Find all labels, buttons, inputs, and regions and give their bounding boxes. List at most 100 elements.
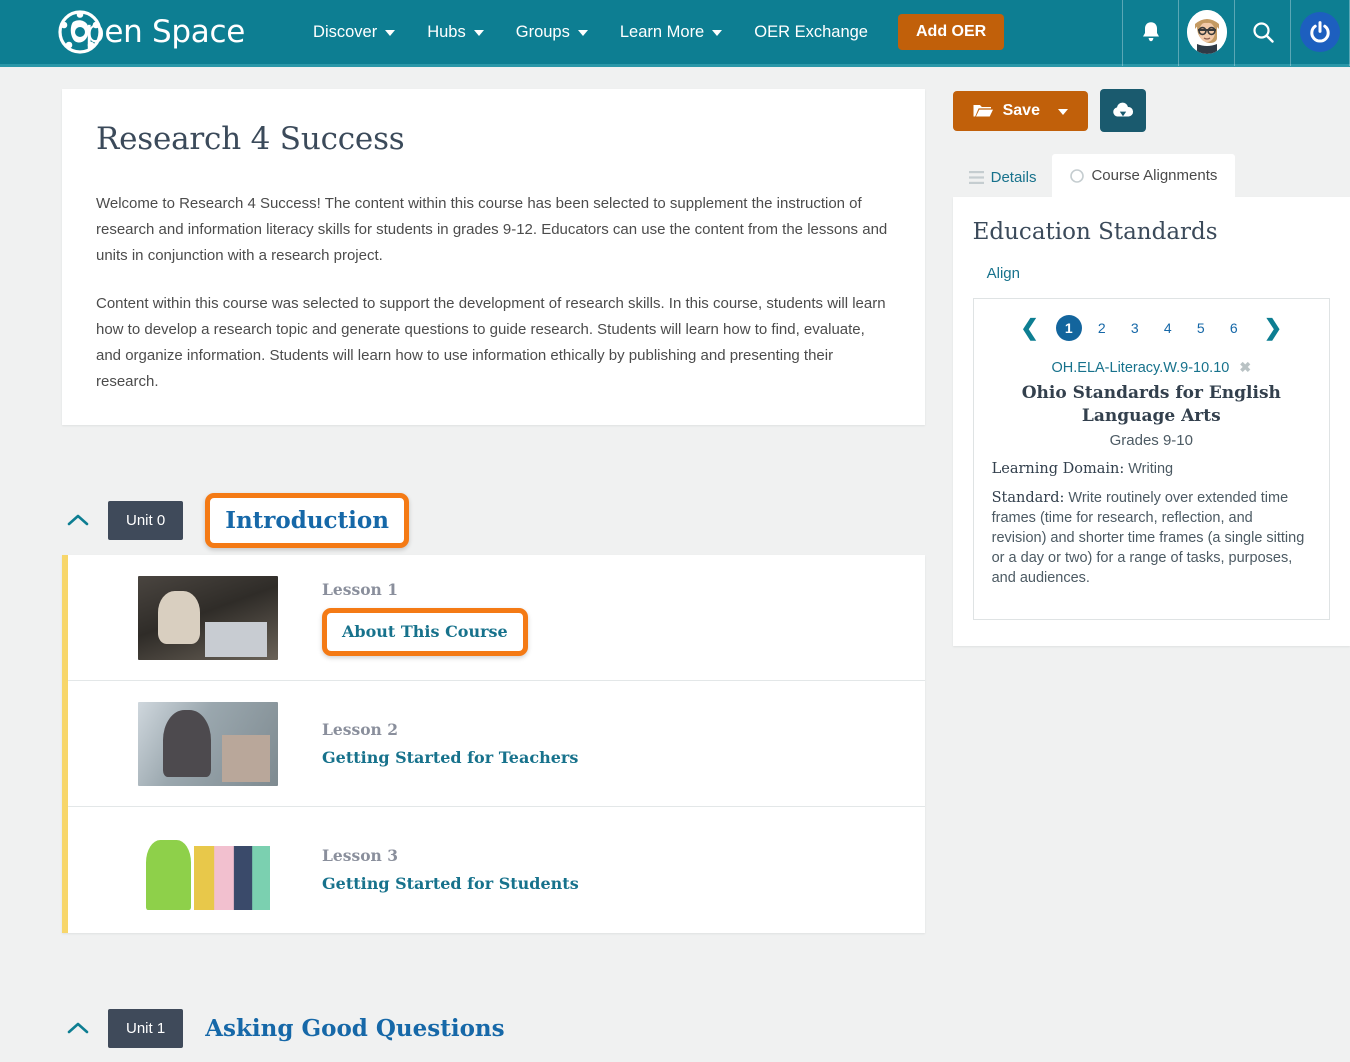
circle-icon: [1070, 168, 1085, 183]
lesson-meta: Lesson 3 Getting Started for Students: [322, 846, 579, 894]
course-sidebar: Save Details Course Alignments Education…: [952, 89, 1350, 1062]
chevron-down-icon: [385, 30, 396, 36]
notifications-button[interactable]: [1122, 0, 1178, 66]
learning-domain-label: Learning Domain:: [991, 461, 1125, 477]
sidebar-action-row: Save: [952, 89, 1350, 132]
unit-title-link[interactable]: Asking Good Questions: [205, 1015, 504, 1042]
nav-item-learn-more[interactable]: Learn More: [604, 0, 738, 64]
chevron-up-icon: [67, 514, 89, 526]
lesson-title-link[interactable]: About This Course: [342, 622, 508, 641]
standard-code-row: OH.ELA-Literacy.W.9-10.10 ✖: [992, 359, 1311, 376]
add-oer-button[interactable]: Add OER: [897, 14, 1005, 50]
header-icon-group: [1122, 0, 1350, 66]
pagination-page-3[interactable]: 3: [1122, 315, 1148, 341]
lesson-row[interactable]: Lesson 1 About This Course: [68, 555, 925, 681]
pagination-page-4[interactable]: 4: [1155, 315, 1181, 341]
search-icon: [1252, 22, 1274, 43]
standard-card: ❮ 1 2 3 4 5 6 ❯ OH.ELA-Literacy.W.9-10.1…: [972, 298, 1330, 620]
cloud-download-icon: [1113, 102, 1134, 117]
pagination-prev-button[interactable]: ❮: [1010, 317, 1048, 339]
nav-label: Learn More: [619, 22, 705, 41]
site-logo[interactable]: pen Space: [58, 0, 245, 64]
unit-title-link[interactable]: Introduction: [225, 507, 389, 534]
lesson-row[interactable]: Lesson 2 Getting Started for Teachers: [68, 681, 925, 807]
unit-badge: Unit 1: [108, 1008, 184, 1048]
power-icon: [1300, 12, 1340, 52]
sidebar-tabs: Details Course Alignments: [953, 154, 1350, 197]
align-link[interactable]: Align: [987, 265, 1020, 282]
standard-learning-domain: Learning Domain: Writing: [992, 459, 1311, 479]
nav-label: Groups: [515, 22, 570, 41]
download-button[interactable]: [1099, 89, 1146, 132]
unit-collapse-toggle[interactable]: [62, 504, 94, 536]
lesson-meta: Lesson 1 About This Course: [322, 580, 528, 656]
site-logo-text: pen Space: [85, 14, 246, 50]
lesson-thumbnail[interactable]: [138, 828, 278, 912]
panel-title: Education Standards: [972, 219, 1218, 245]
nav-item-hubs[interactable]: Hubs: [411, 0, 500, 64]
lesson-number: Lesson 3: [322, 846, 399, 865]
top-navigation-bar: pen Space Discover Hubs Groups Learn Mor…: [0, 0, 1350, 67]
nav-item-discover[interactable]: Discover: [297, 0, 411, 64]
avatar: [1186, 10, 1227, 54]
pagination-page-5[interactable]: 5: [1188, 315, 1214, 341]
lesson-title-link[interactable]: Getting Started for Students: [322, 874, 579, 893]
bell-icon: [1142, 21, 1159, 41]
learning-domain-value: Writing: [1124, 461, 1174, 477]
lesson-number: Lesson 2: [322, 719, 399, 739]
lesson-title-link[interactable]: Getting Started for Teachers: [322, 748, 578, 767]
pagination-page-2[interactable]: 2: [1089, 315, 1115, 341]
standard-label: Standard:: [991, 490, 1065, 506]
unit-header-unit-1: Unit 1 Asking Good Questions: [62, 1005, 925, 1051]
lesson-meta: Lesson 2 Getting Started for Teachers: [322, 720, 578, 768]
lesson-title-highlight-box: About This Course: [322, 607, 528, 656]
tab-label: Details: [990, 169, 1037, 186]
standard-grades: Grades 9-10: [1109, 432, 1193, 449]
save-button[interactable]: Save: [952, 90, 1088, 131]
tab-details[interactable]: Details: [953, 158, 1053, 197]
lesson-thumbnail[interactable]: [138, 701, 278, 786]
chevron-down-icon: [473, 30, 484, 36]
nav-label: OER Exchange: [754, 22, 868, 41]
course-intro-paragraph-1: Welcome to Research 4 Success! The conte…: [96, 195, 888, 264]
chevron-up-icon: [67, 1022, 89, 1034]
user-avatar-button[interactable]: [1178, 0, 1234, 66]
page-body: Research 4 Success Welcome to Research 4…: [0, 67, 1350, 1062]
unit-header-unit-0: Unit 0 Introduction: [62, 492, 925, 548]
folder-icon: [973, 105, 993, 117]
tab-course-alignments[interactable]: Course Alignments: [1052, 154, 1236, 197]
tab-label: Course Alignments: [1091, 167, 1218, 184]
education-standards-panel: Education Standards Align ❮ 1 2 3 4 5 6 …: [952, 197, 1350, 646]
unit-badge: Unit 0: [108, 500, 184, 540]
pagination-next-button[interactable]: ❯: [1254, 317, 1292, 339]
nav-label: Hubs: [427, 22, 466, 41]
pagination-page-6[interactable]: 6: [1221, 315, 1247, 341]
standard-description: Standard: Write routinely over extended …: [992, 488, 1311, 588]
chevron-down-icon: [712, 30, 723, 36]
list-icon: [968, 171, 984, 184]
chevron-down-icon: [1057, 108, 1068, 115]
standards-pagination: ❮ 1 2 3 4 5 6 ❯: [992, 315, 1311, 341]
search-button[interactable]: [1234, 0, 1290, 66]
save-button-label: Save: [1002, 101, 1040, 119]
lesson-number: Lesson 1: [322, 579, 399, 599]
course-main-column: Research 4 Success Welcome to Research 4…: [62, 89, 925, 1062]
lesson-list-unit-0: Lesson 1 About This Course Lesson 2 Gett…: [62, 555, 925, 933]
unit-collapse-toggle[interactable]: [62, 1012, 94, 1044]
lesson-row[interactable]: Lesson 3 Getting Started for Students: [68, 807, 925, 933]
main-nav: Discover Hubs Groups Learn More OER Exch…: [297, 0, 1005, 64]
course-overview-card: Research 4 Success Welcome to Research 4…: [62, 89, 925, 425]
nav-item-oer-exchange[interactable]: OER Exchange: [738, 0, 884, 64]
course-intro-paragraph-2: Content within this course was selected …: [96, 295, 886, 390]
nav-item-groups[interactable]: Groups: [500, 0, 604, 64]
standard-name: Ohio Standards for English Language Arts: [1021, 383, 1281, 426]
open-space-logo-icon: [58, 9, 102, 55]
standard-code-link[interactable]: OH.ELA-Literacy.W.9-10.10: [1052, 360, 1230, 376]
page-title: Research 4 Success: [96, 121, 405, 157]
pagination-page-1[interactable]: 1: [1055, 315, 1082, 341]
lesson-thumbnail[interactable]: [138, 575, 278, 660]
close-icon[interactable]: ✖: [1239, 359, 1251, 375]
logout-button[interactable]: [1290, 0, 1350, 66]
unit-title-highlight-box: Introduction: [205, 492, 409, 548]
chevron-down-icon: [577, 30, 588, 36]
